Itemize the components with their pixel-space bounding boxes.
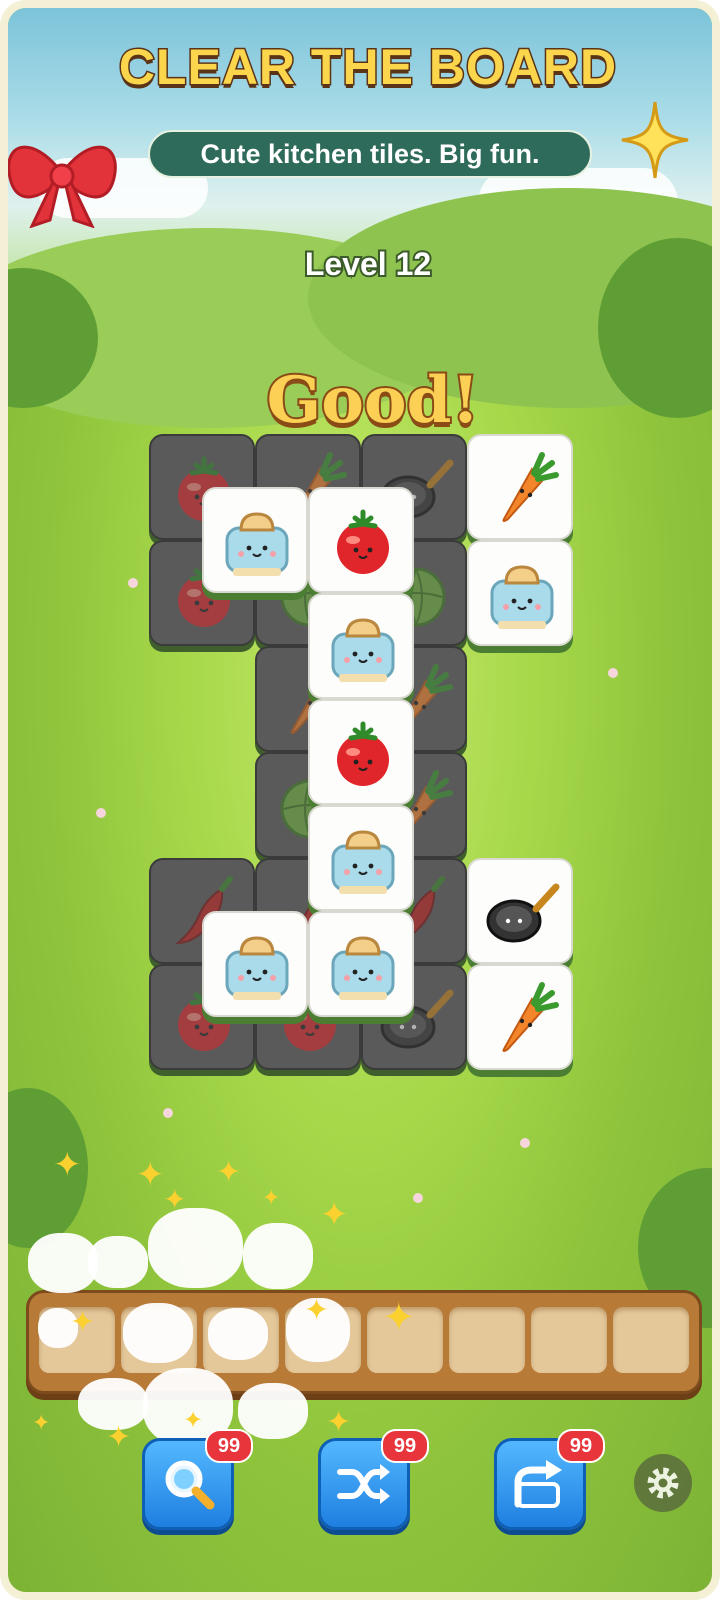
frying-pan-icon bbox=[486, 883, 560, 943]
tray-slot bbox=[613, 1307, 689, 1373]
tile-carrot[interactable] bbox=[467, 964, 573, 1070]
tomato-icon bbox=[337, 721, 389, 786]
star-particle: ✦ bbox=[183, 1406, 204, 1434]
dust-puff bbox=[123, 1303, 193, 1363]
dust-puff bbox=[243, 1223, 313, 1289]
star-particle: ✦ bbox=[70, 1305, 96, 1340]
tile-toaster[interactable] bbox=[202, 487, 308, 593]
tile-toaster[interactable] bbox=[467, 540, 573, 646]
tile-frying-pan[interactable] bbox=[467, 858, 573, 964]
flower bbox=[163, 1108, 173, 1118]
hint-count-badge: 99 bbox=[205, 1429, 253, 1463]
tomato-icon bbox=[337, 509, 389, 574]
star-particle: ✦ bbox=[320, 1195, 349, 1235]
tile-carrot[interactable] bbox=[467, 434, 573, 540]
shuffle-icon bbox=[337, 1464, 390, 1504]
tray-slot bbox=[531, 1307, 607, 1373]
tile-toaster[interactable] bbox=[202, 911, 308, 1017]
gear-icon bbox=[647, 1467, 679, 1499]
star-particle: ✦ bbox=[304, 1293, 330, 1328]
undo-arrow-icon bbox=[514, 1460, 562, 1508]
toaster-icon bbox=[490, 565, 554, 629]
star-particle: ✦ bbox=[382, 1295, 416, 1341]
dust-puff bbox=[238, 1383, 308, 1439]
star-particle: ✦ bbox=[326, 1405, 352, 1440]
star-particle: ✦ bbox=[136, 1155, 165, 1195]
star-particle: ✦ bbox=[53, 1145, 82, 1185]
toaster-icon bbox=[331, 618, 395, 682]
toaster-icon bbox=[331, 936, 395, 1000]
tile-board bbox=[8, 8, 712, 1108]
tile-tomato[interactable] bbox=[308, 487, 414, 593]
tile-tomato[interactable] bbox=[308, 699, 414, 805]
undo-count-badge: 99 bbox=[557, 1429, 605, 1463]
carrot-icon bbox=[502, 982, 559, 1052]
shuffle-count-badge: 99 bbox=[381, 1429, 429, 1463]
magnifier-icon bbox=[165, 1460, 215, 1510]
toaster-icon bbox=[225, 512, 289, 576]
star-particle: ✦ bbox=[163, 1183, 187, 1216]
tile-toaster[interactable] bbox=[308, 805, 414, 911]
tray-slot bbox=[449, 1307, 525, 1373]
toaster-icon bbox=[331, 830, 395, 894]
hint-button[interactable]: 99 bbox=[142, 1429, 253, 1530]
undo-button[interactable]: 99 bbox=[494, 1429, 605, 1530]
carrot-icon bbox=[502, 452, 559, 522]
tile-toaster[interactable] bbox=[308, 593, 414, 699]
settings-button[interactable] bbox=[634, 1454, 692, 1512]
flower bbox=[413, 1193, 423, 1203]
feedback-text: Good! bbox=[265, 361, 482, 440]
dust-puff bbox=[208, 1308, 268, 1360]
tile-toaster[interactable] bbox=[308, 911, 414, 1017]
dust-puff bbox=[148, 1208, 243, 1288]
shuffle-button[interactable]: 99 bbox=[318, 1429, 429, 1530]
flower bbox=[520, 1138, 530, 1148]
game-screen: CLEAR THE BOARD Cute kitchen tiles. Big … bbox=[0, 0, 720, 1600]
star-particle: ✦ bbox=[32, 1411, 51, 1436]
dust-puff bbox=[88, 1236, 148, 1288]
toaster-icon bbox=[225, 936, 289, 1000]
star-particle: ✦ bbox=[216, 1155, 242, 1190]
star-particle: ✦ bbox=[262, 1186, 281, 1211]
star-particle: ✦ bbox=[106, 1420, 132, 1455]
